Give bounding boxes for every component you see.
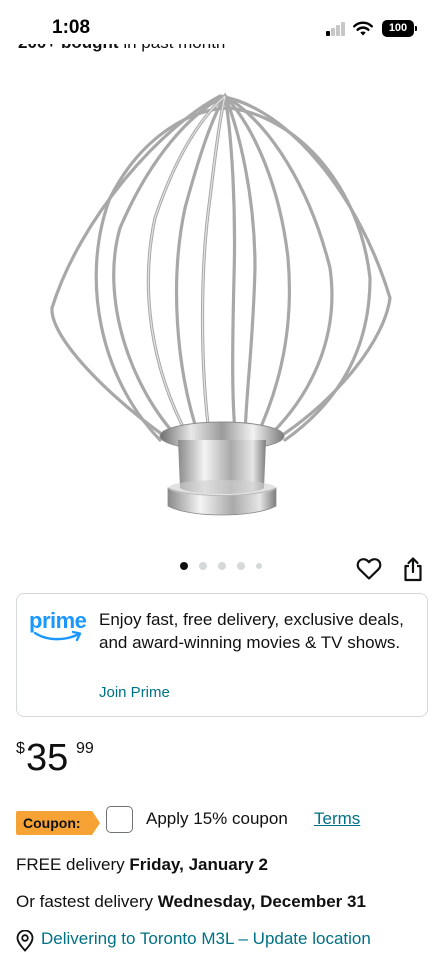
heart-outline-icon (356, 558, 382, 580)
prime-logo: prime (29, 608, 93, 644)
free-delivery-prefix: FREE delivery (16, 855, 130, 874)
product-image-whisk[interactable] (40, 68, 404, 528)
carousel-dot-5[interactable] (256, 563, 262, 569)
bought-suffix: in past month (119, 44, 225, 52)
fastest-delivery-prefix: Or fastest delivery (16, 892, 158, 911)
location-pin-icon (16, 930, 34, 952)
battery-indicator: 100 (382, 20, 417, 37)
price-whole: 35 (26, 737, 69, 779)
coupon-terms-link[interactable]: Terms (314, 809, 360, 829)
free-delivery-date: Friday, January 2 (129, 855, 268, 874)
join-prime-link[interactable]: Join Prime (99, 684, 170, 701)
price-currency-symbol: $ (16, 740, 25, 757)
carousel-dot-2[interactable] (199, 562, 207, 570)
coupon-badge: Coupon: (16, 811, 100, 835)
status-bar: 1:08 100 (0, 0, 444, 48)
prime-promo-card[interactable]: prime Enjoy fast, free delivery, exclusi… (16, 593, 428, 717)
bought-in-past-month: 200+ bought in past month (0, 44, 444, 62)
fastest-delivery-line: Or fastest delivery Wednesday, December … (16, 892, 366, 912)
free-delivery-line: FREE delivery Friday, January 2 (16, 855, 268, 875)
wifi-icon (353, 21, 373, 36)
prime-promo-text: Enjoy fast, free delivery, exclusive dea… (99, 610, 404, 652)
coupon-label[interactable]: Apply 15% coupon (146, 809, 288, 829)
wishlist-button[interactable] (354, 554, 384, 584)
price-fraction: 99 (76, 740, 94, 757)
delivery-location-link[interactable]: Delivering to Toronto M3L – Update locat… (41, 929, 371, 949)
bought-count: 200+ bought (18, 44, 119, 52)
fastest-delivery-date: Wednesday, December 31 (157, 892, 366, 911)
status-time: 1:08 (52, 17, 91, 38)
share-icon (404, 557, 422, 582)
share-button[interactable] (398, 554, 428, 584)
coupon-checkbox[interactable] (106, 806, 133, 833)
carousel-dot-3[interactable] (218, 562, 226, 570)
cellular-signal-icon (326, 22, 346, 36)
carousel-dot-4[interactable] (237, 562, 245, 570)
prime-smile-icon (33, 630, 82, 642)
carousel-dot-1[interactable] (180, 562, 188, 570)
